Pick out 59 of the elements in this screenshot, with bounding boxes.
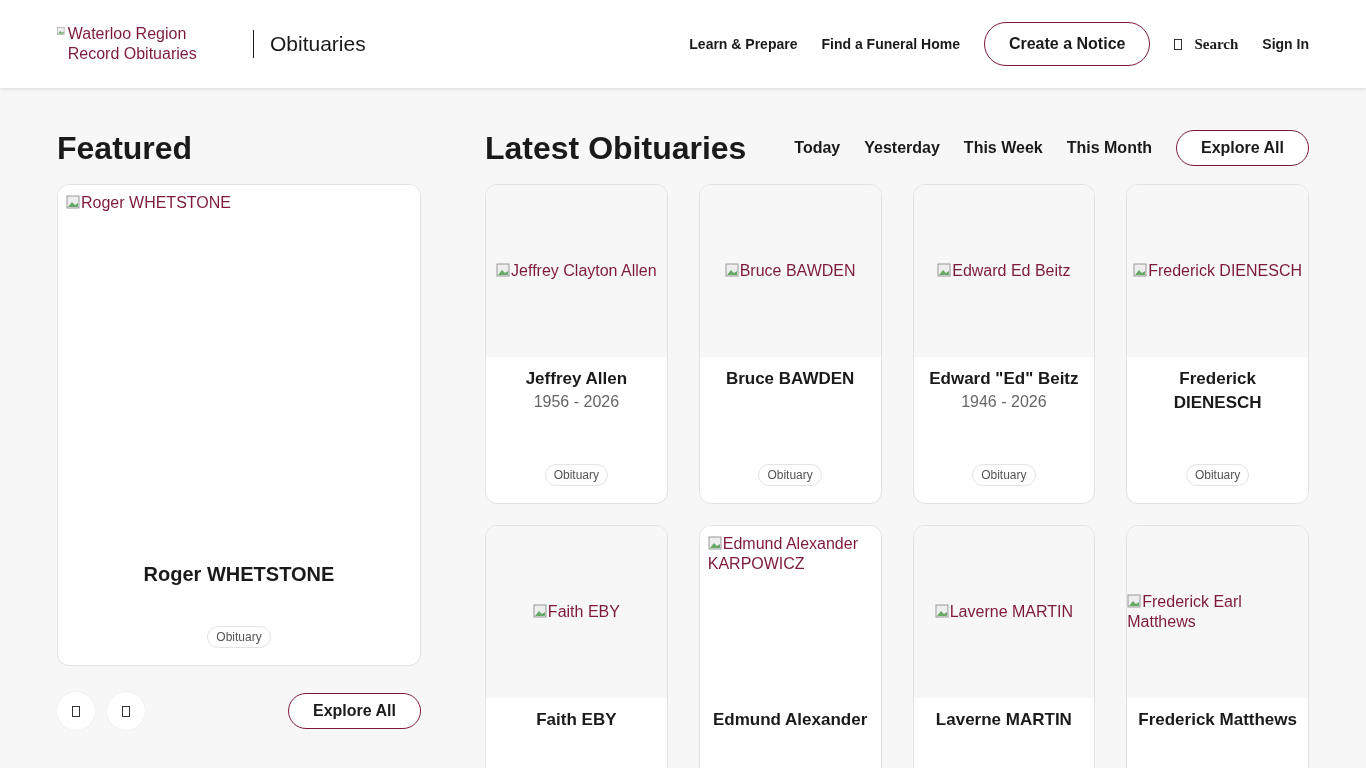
nav-link[interactable]: Find a Funeral Home [821, 36, 960, 52]
obituary-card[interactable]: Edmund Alexander KARPOWICZ Edmund Alexander [698, 525, 882, 768]
missing-glyph-icon [1174, 38, 1183, 50]
obituary-card[interactable]: Jeffrey Clayton Allen Jeffrey Allen 1956 - 2026 Obituary [485, 184, 668, 504]
date-filter-link[interactable]: Yesterday [864, 139, 940, 157]
obituary-card[interactable]: Frederick DIENESCH Frederick DIENESCH Obituary [1126, 184, 1309, 504]
nav-link[interactable]: Learn & Prepare [689, 36, 798, 52]
person-name: Faith EBY [535, 709, 618, 731]
section-title: Obituaries [270, 32, 366, 56]
person-name: Frederick DIENESCH [1172, 368, 1263, 414]
broken-image-icon [934, 604, 949, 618]
featured-card[interactable]: Roger WHETSTONE Roger WHETSTONE Obituary [57, 184, 421, 666]
broken-image-alt-text: Jeffrey Clayton Allen [496, 261, 657, 281]
missing-glyph-icon [72, 705, 80, 717]
broken-image-alt-text: Bruce BAWDEN [724, 261, 856, 281]
broken-image-icon [66, 195, 80, 209]
life-years: 1946 - 2026 [961, 393, 1047, 411]
person-name: Edward "Ed" Beitz [928, 368, 1080, 390]
explore-all-button[interactable]: Explore All [288, 693, 421, 729]
broken-image-alt-text: Frederick DIENESCH [1133, 261, 1303, 281]
logo-alt-text[interactable]: Waterloo Region Record Obituaries [57, 24, 207, 64]
create-notice-button[interactable]: Create a Notice [983, 22, 1151, 66]
date-filter-link[interactable]: This Week [963, 139, 1043, 157]
broken-image-alt-text: Roger WHETSTONE [66, 193, 231, 213]
explore-all-button[interactable]: Explore All [1176, 130, 1309, 166]
obituary-card[interactable]: Faith EBY Faith EBY [485, 525, 668, 768]
date-filter-link[interactable]: Today [794, 139, 841, 157]
next-button[interactable] [107, 692, 145, 730]
broken-image-alt-text: Edmund Alexander KARPOWICZ [707, 534, 859, 574]
obituary-card[interactable]: Frederick Earl Matthews Frederick Matthews [1126, 525, 1309, 768]
person-name: Laverne MARTIN [934, 709, 1073, 731]
featured-heading: Featured [57, 130, 193, 166]
date-filter-link[interactable]: This Month [1066, 139, 1152, 157]
person-name: Jeffrey Allen [524, 368, 629, 390]
broken-image-icon [707, 536, 722, 550]
broken-image-alt-text: Edward Ed Beitz [937, 261, 1071, 281]
person-name: Edmund Alexander [711, 709, 869, 731]
sign-in-link[interactable]: Sign In [1262, 36, 1309, 52]
broken-image-icon [937, 263, 952, 277]
broken-image-icon [57, 24, 65, 38]
obituary-card[interactable]: Edward Ed Beitz Edward "Ed" Beitz 1946 - 2026 Obituary [912, 184, 1096, 504]
broken-image-icon [724, 263, 739, 277]
life-years: 1956 - 2026 [533, 393, 620, 411]
broken-image-icon [1133, 263, 1148, 277]
missing-glyph-icon [122, 705, 130, 717]
broken-image-icon [1127, 594, 1142, 608]
broken-image-alt-text: Laverne MARTIN [934, 602, 1074, 622]
obituary-card[interactable]: Bruce BAWDEN Bruce BAWDEN Obituary [698, 184, 882, 504]
person-name: Roger WHETSTONE [142, 562, 336, 586]
obituary-card[interactable]: Laverne MARTIN Laverne MARTIN [912, 525, 1096, 768]
person-name: Frederick Matthews [1137, 709, 1298, 731]
person-name: Bruce BAWDEN [724, 368, 856, 390]
previous-button[interactable] [57, 692, 95, 730]
broken-image-icon [496, 263, 511, 277]
broken-image-icon [532, 604, 547, 618]
search-button[interactable]: Search [1174, 35, 1239, 53]
broken-image-alt-text: Faith EBY [532, 602, 620, 622]
broken-image-alt-text: Frederick Earl Matthews [1127, 592, 1243, 632]
latest-heading: Latest Obituaries [485, 130, 747, 166]
